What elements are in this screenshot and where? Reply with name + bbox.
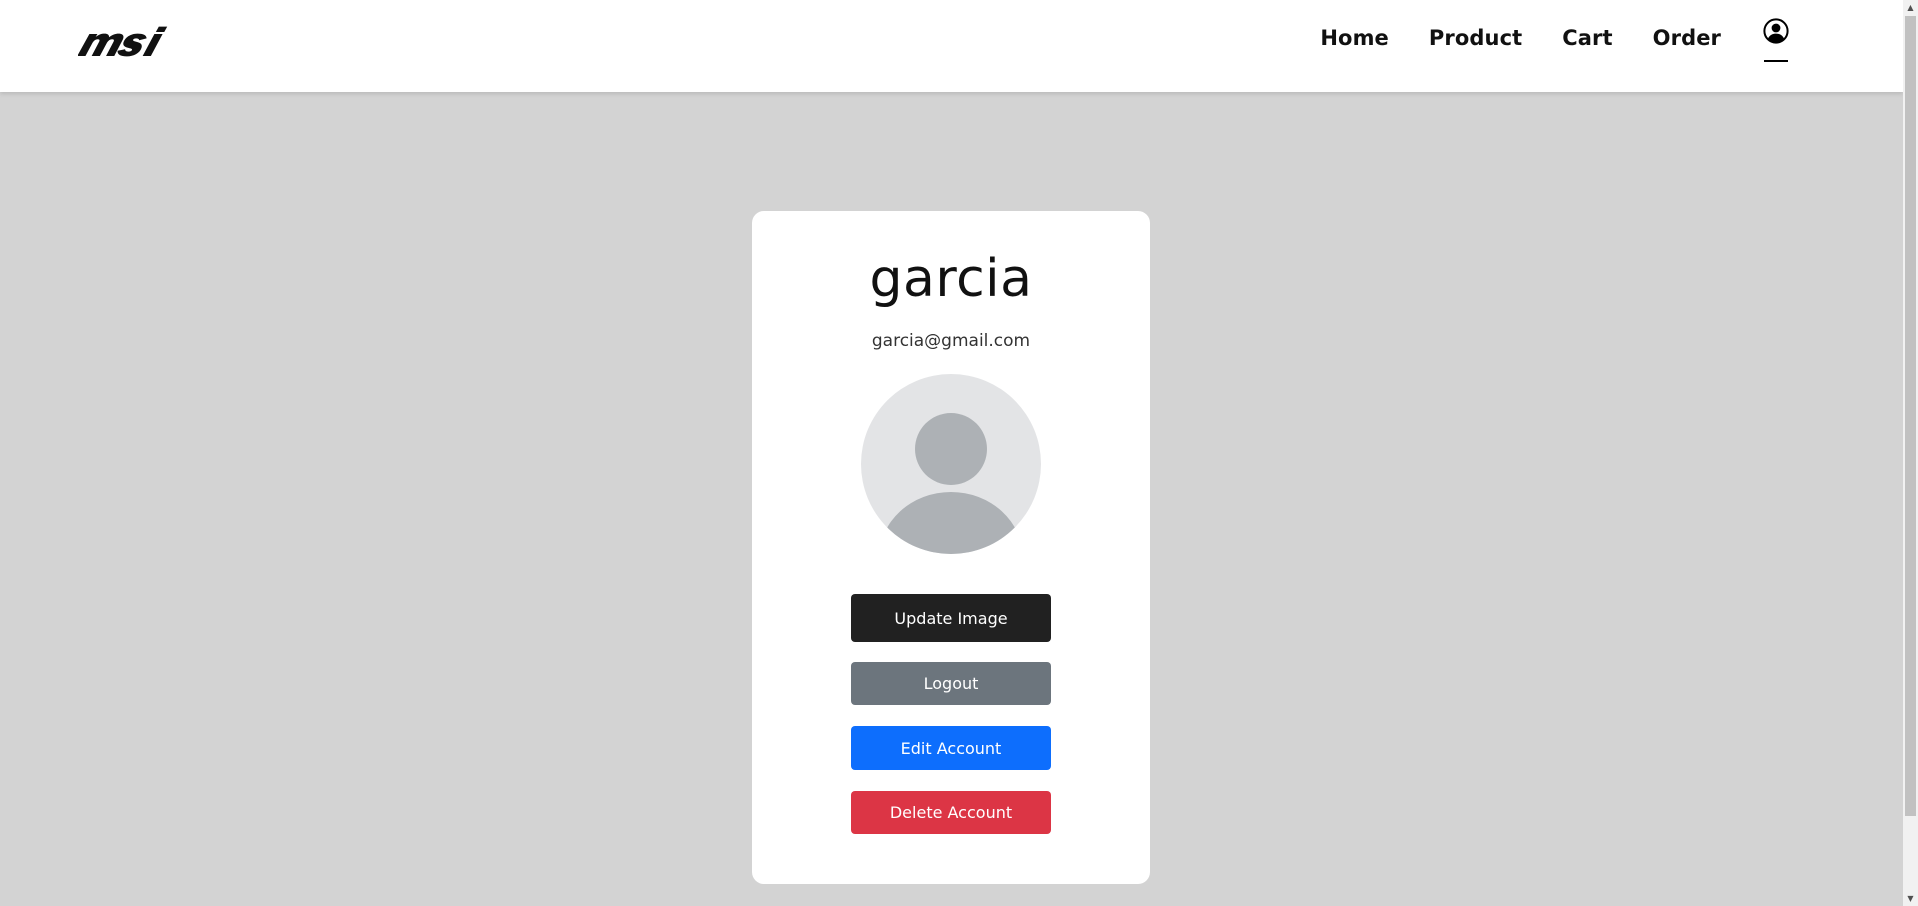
user-circle-icon [1763, 18, 1789, 44]
nav-order-link[interactable]: Order [1653, 26, 1721, 50]
main-nav: Home Product Cart Order [1320, 0, 1791, 76]
profile-avatar [861, 374, 1041, 554]
logout-button[interactable]: Logout [851, 662, 1051, 705]
delete-account-button[interactable]: Delete Account [851, 791, 1051, 834]
brand-logo[interactable] [77, 26, 198, 62]
edit-account-button[interactable]: Edit Account [851, 726, 1051, 770]
nav-home-link[interactable]: Home [1320, 26, 1389, 50]
top-navbar: Home Product Cart Order [0, 0, 1903, 92]
nav-product-link[interactable]: Product [1429, 26, 1522, 50]
vertical-scrollbar[interactable]: ▲ ▼ [1903, 0, 1918, 906]
profile-username: garcia [869, 249, 1033, 309]
profile-card: garcia garcia@gmail.com Update Image Log… [752, 211, 1150, 884]
scroll-up-icon[interactable]: ▲ [1903, 0, 1918, 15]
page: Home Product Cart Order garcia garcia@gm… [0, 0, 1903, 906]
msi-logo-icon [77, 26, 168, 57]
profile-email: garcia@gmail.com [871, 331, 1031, 351]
profile-link[interactable] [1761, 18, 1791, 62]
update-image-button[interactable]: Update Image [851, 594, 1051, 642]
scroll-down-icon[interactable]: ▼ [1903, 891, 1918, 906]
scrollbar-thumb[interactable] [1905, 16, 1916, 816]
default-avatar-icon [861, 374, 1041, 554]
nav-cart-link[interactable]: Cart [1562, 26, 1612, 50]
